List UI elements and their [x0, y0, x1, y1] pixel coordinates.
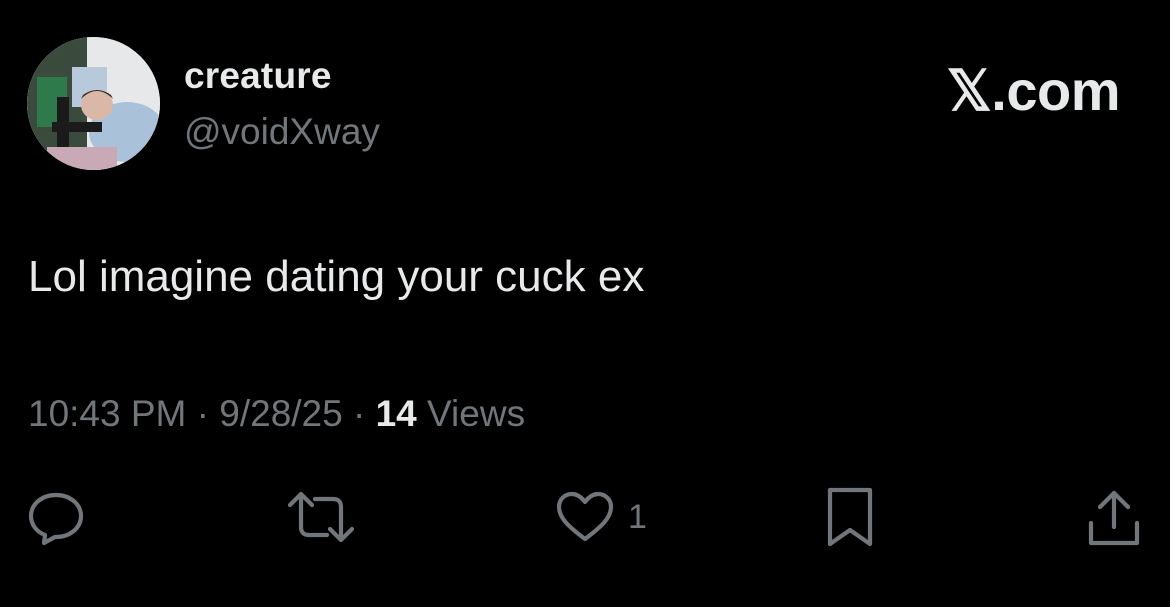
share-icon [1088, 490, 1140, 546]
like-button[interactable]: 1 [556, 482, 647, 552]
heart-icon [556, 491, 614, 542]
views-label: Views [427, 393, 526, 434]
retweet-icon [287, 491, 355, 543]
reply-icon [28, 492, 84, 545]
action-bar: 1 [0, 482, 1170, 552]
tweet-meta: 10:43 PM · 9/28/25 · 14 Views [28, 393, 525, 435]
meta-separator: · [353, 393, 366, 434]
bookmark-icon [827, 487, 873, 547]
tweet-text: Lol imagine dating your cuck ex [28, 252, 645, 301]
x-logo: 𝕏.com [946, 59, 1121, 122]
reply-button[interactable] [26, 482, 86, 552]
views-count: 14 [375, 393, 417, 434]
tweet-time[interactable]: 10:43 PM [28, 393, 186, 434]
display-name[interactable]: creature [184, 55, 332, 97]
like-count: 1 [628, 497, 647, 536]
retweet-button[interactable] [287, 482, 355, 552]
bookmark-button[interactable] [826, 482, 874, 552]
avatar[interactable] [27, 37, 160, 170]
avatar-image [27, 37, 160, 170]
share-button[interactable] [1087, 482, 1141, 552]
user-handle[interactable]: @voidXway [184, 111, 380, 153]
meta-separator: · [196, 393, 209, 434]
tweet-card: creature @voidXway 𝕏.com Lol imagine dat… [0, 0, 1170, 607]
tweet-date[interactable]: 9/28/25 [219, 393, 342, 434]
